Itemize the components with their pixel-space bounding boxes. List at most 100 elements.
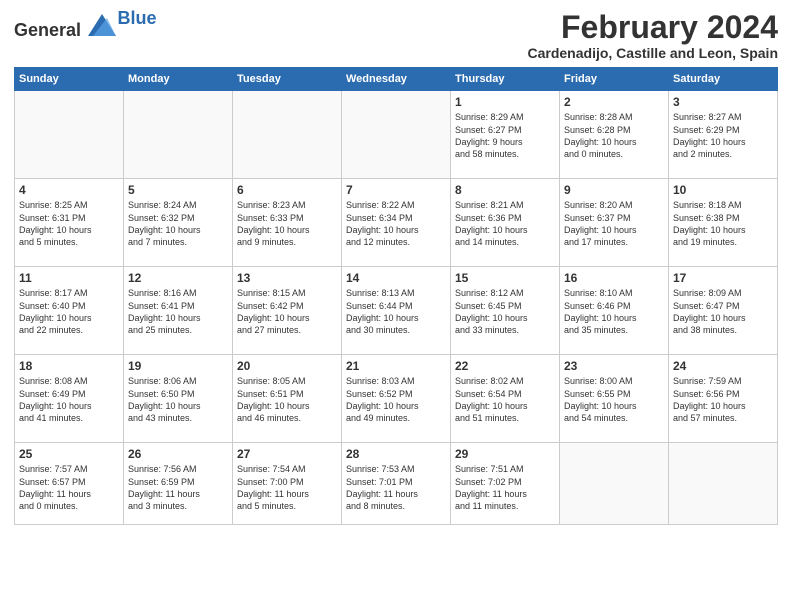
day-info: Sunrise: 8:16 AM Sunset: 6:41 PM Dayligh… xyxy=(128,288,201,334)
calendar-cell xyxy=(124,91,233,179)
day-info: Sunrise: 8:10 AM Sunset: 6:46 PM Dayligh… xyxy=(564,288,637,334)
calendar-body: 1 Sunrise: 8:29 AM Sunset: 6:27 PM Daylig… xyxy=(15,91,778,525)
day-number: 16 xyxy=(564,270,664,286)
day-number: 28 xyxy=(346,446,446,462)
calendar-cell: 4 Sunrise: 8:25 AM Sunset: 6:31 PM Daylig… xyxy=(15,179,124,267)
calendar-cell: 28 Sunrise: 7:53 AM Sunset: 7:01 PM Dayli… xyxy=(342,443,451,525)
day-info: Sunrise: 8:22 AM Sunset: 6:34 PM Dayligh… xyxy=(346,200,419,246)
day-number: 15 xyxy=(455,270,555,286)
calendar-cell: 21Sunrise: 8:03 AM Sunset: 6:52 PM Dayli… xyxy=(342,355,451,443)
calendar-cell: 22 Sunrise: 8:02 AM Sunset: 6:54 PM Dayli… xyxy=(451,355,560,443)
day-number: 22 xyxy=(455,358,555,374)
calendar-cell: 26 Sunrise: 7:56 AM Sunset: 6:59 PM Dayli… xyxy=(124,443,233,525)
weekday-header: Monday xyxy=(124,68,233,91)
calendar-cell: 23 Sunrise: 8:00 AM Sunset: 6:55 PM Dayli… xyxy=(560,355,669,443)
day-info: Sunrise: 8:17 AM Sunset: 6:40 PM Dayligh… xyxy=(19,288,92,334)
day-number: 25 xyxy=(19,446,119,462)
calendar-cell: 11 Sunrise: 8:17 AM Sunset: 6:40 PM Dayli… xyxy=(15,267,124,355)
day-number: 20 xyxy=(237,358,337,374)
calendar-week-row: 18 Sunrise: 8:08 AM Sunset: 6:49 PM Dayli… xyxy=(15,355,778,443)
day-info: Sunrise: 8:21 AM Sunset: 6:36 PM Dayligh… xyxy=(455,200,528,246)
day-info: Sunrise: 8:20 AM Sunset: 6:37 PM Dayligh… xyxy=(564,200,637,246)
calendar-cell: 10 Sunrise: 8:18 AM Sunset: 6:38 PM Dayli… xyxy=(669,179,778,267)
day-info: Sunrise: 8:12 AM Sunset: 6:45 PM Dayligh… xyxy=(455,288,528,334)
calendar-week-row: 4 Sunrise: 8:25 AM Sunset: 6:31 PM Daylig… xyxy=(15,179,778,267)
logo-general: General xyxy=(14,20,81,40)
weekday-header: Tuesday xyxy=(233,68,342,91)
day-number: 24 xyxy=(673,358,773,374)
calendar-cell: 15 Sunrise: 8:12 AM Sunset: 6:45 PM Dayli… xyxy=(451,267,560,355)
calendar-cell xyxy=(233,91,342,179)
calendar-cell: 29 Sunrise: 7:51 AM Sunset: 7:02 PM Dayli… xyxy=(451,443,560,525)
calendar-cell: 8 Sunrise: 8:21 AM Sunset: 6:36 PM Daylig… xyxy=(451,179,560,267)
weekday-header-row: SundayMondayTuesdayWednesdayThursdayFrid… xyxy=(15,68,778,91)
day-number: 1 xyxy=(455,94,555,110)
day-number: 7 xyxy=(346,182,446,198)
calendar-cell: 24Sunrise: 7:59 AM Sunset: 6:56 PM Dayli… xyxy=(669,355,778,443)
title-area: February 2024 Cardenadijo, Castille and … xyxy=(528,10,779,61)
day-info: Sunrise: 7:53 AM Sunset: 7:01 PM Dayligh… xyxy=(346,464,418,510)
weekday-header: Thursday xyxy=(451,68,560,91)
day-info: Sunrise: 8:28 AM Sunset: 6:28 PM Dayligh… xyxy=(564,112,637,158)
day-info: Sunrise: 8:02 AM Sunset: 6:54 PM Dayligh… xyxy=(455,376,528,422)
day-number: 18 xyxy=(19,358,119,374)
day-info: Sunrise: 8:25 AM Sunset: 6:31 PM Dayligh… xyxy=(19,200,92,246)
day-info: Sunrise: 8:23 AM Sunset: 6:33 PM Dayligh… xyxy=(237,200,310,246)
day-info: Sunrise: 8:09 AM Sunset: 6:47 PM Dayligh… xyxy=(673,288,746,334)
day-number: 9 xyxy=(564,182,664,198)
calendar-cell: 17 Sunrise: 8:09 AM Sunset: 6:47 PM Dayli… xyxy=(669,267,778,355)
calendar-week-row: 25 Sunrise: 7:57 AM Sunset: 6:57 PM Dayli… xyxy=(15,443,778,525)
day-number: 5 xyxy=(128,182,228,198)
day-info: Sunrise: 8:00 AM Sunset: 6:55 PM Dayligh… xyxy=(564,376,637,422)
weekday-header: Saturday xyxy=(669,68,778,91)
calendar-cell: 16 Sunrise: 8:10 AM Sunset: 6:46 PM Dayli… xyxy=(560,267,669,355)
day-info: Sunrise: 8:15 AM Sunset: 6:42 PM Dayligh… xyxy=(237,288,310,334)
calendar-week-row: 11 Sunrise: 8:17 AM Sunset: 6:40 PM Dayli… xyxy=(15,267,778,355)
calendar-table: SundayMondayTuesdayWednesdayThursdayFrid… xyxy=(14,67,778,525)
calendar-cell xyxy=(560,443,669,525)
day-number: 4 xyxy=(19,182,119,198)
calendar-cell: 20 Sunrise: 8:05 AM Sunset: 6:51 PM Dayli… xyxy=(233,355,342,443)
day-info: Sunrise: 7:51 AM Sunset: 7:02 PM Dayligh… xyxy=(455,464,527,510)
logo-text: General xyxy=(14,14,116,41)
day-number: 11 xyxy=(19,270,119,286)
calendar-cell: 18 Sunrise: 8:08 AM Sunset: 6:49 PM Dayli… xyxy=(15,355,124,443)
weekday-header: Wednesday xyxy=(342,68,451,91)
day-number: 19 xyxy=(128,358,228,374)
day-info: Sunrise: 8:05 AM Sunset: 6:51 PM Dayligh… xyxy=(237,376,310,422)
weekday-header: Sunday xyxy=(15,68,124,91)
calendar-week-row: 1 Sunrise: 8:29 AM Sunset: 6:27 PM Daylig… xyxy=(15,91,778,179)
logo: General Blue xyxy=(14,14,157,41)
location-title: Cardenadijo, Castille and Leon, Spain xyxy=(528,45,779,61)
calendar-cell: 2Sunrise: 8:28 AM Sunset: 6:28 PM Daylig… xyxy=(560,91,669,179)
header: General Blue February 2024 Cardenadijo, … xyxy=(14,10,778,61)
day-info: Sunrise: 7:56 AM Sunset: 6:59 PM Dayligh… xyxy=(128,464,200,510)
day-number: 17 xyxy=(673,270,773,286)
day-number: 3 xyxy=(673,94,773,110)
calendar-cell: 27 Sunrise: 7:54 AM Sunset: 7:00 PM Dayli… xyxy=(233,443,342,525)
day-number: 26 xyxy=(128,446,228,462)
calendar-cell: 7 Sunrise: 8:22 AM Sunset: 6:34 PM Daylig… xyxy=(342,179,451,267)
day-info: Sunrise: 8:13 AM Sunset: 6:44 PM Dayligh… xyxy=(346,288,419,334)
day-number: 10 xyxy=(673,182,773,198)
day-number: 27 xyxy=(237,446,337,462)
calendar-cell xyxy=(15,91,124,179)
day-info: Sunrise: 8:29 AM Sunset: 6:27 PM Dayligh… xyxy=(455,112,524,158)
calendar-cell: 6Sunrise: 8:23 AM Sunset: 6:33 PM Daylig… xyxy=(233,179,342,267)
day-info: Sunrise: 8:08 AM Sunset: 6:49 PM Dayligh… xyxy=(19,376,92,422)
day-number: 14 xyxy=(346,270,446,286)
calendar-cell: 12Sunrise: 8:16 AM Sunset: 6:41 PM Dayli… xyxy=(124,267,233,355)
day-number: 29 xyxy=(455,446,555,462)
calendar-cell xyxy=(669,443,778,525)
calendar-cell: 3 Sunrise: 8:27 AM Sunset: 6:29 PM Daylig… xyxy=(669,91,778,179)
day-info: Sunrise: 8:18 AM Sunset: 6:38 PM Dayligh… xyxy=(673,200,746,246)
calendar-cell: 14 Sunrise: 8:13 AM Sunset: 6:44 PM Dayli… xyxy=(342,267,451,355)
day-number: 23 xyxy=(564,358,664,374)
day-info: Sunrise: 7:54 AM Sunset: 7:00 PM Dayligh… xyxy=(237,464,309,510)
day-number: 8 xyxy=(455,182,555,198)
day-info: Sunrise: 8:27 AM Sunset: 6:29 PM Dayligh… xyxy=(673,112,746,158)
weekday-header: Friday xyxy=(560,68,669,91)
day-info: Sunrise: 7:57 AM Sunset: 6:57 PM Dayligh… xyxy=(19,464,91,510)
logo-blue: Blue xyxy=(118,8,157,29)
calendar-cell: 13Sunrise: 8:15 AM Sunset: 6:42 PM Dayli… xyxy=(233,267,342,355)
